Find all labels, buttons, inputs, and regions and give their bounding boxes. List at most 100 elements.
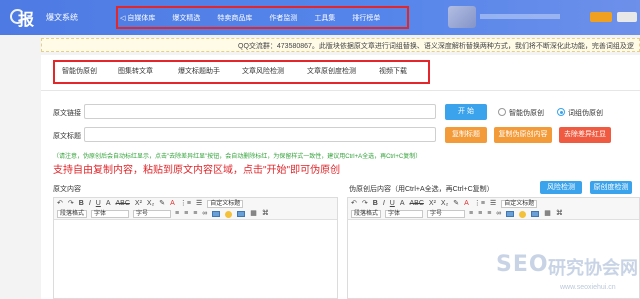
tab-title-assistant[interactable]: 爆文标题助手	[178, 66, 220, 76]
font-border-icon[interactable]: A	[106, 199, 111, 209]
font-color-icon[interactable]: A	[464, 199, 469, 209]
editor-toolbar: ↶ ↷ B I U A ABC X² X₂ ✎ A ⋮≡ ☰ 自定义标题 段落格…	[54, 198, 337, 220]
align-right-icon[interactable]: ≡	[487, 209, 491, 219]
watermark-url: www.seoxiehui.cn	[560, 284, 616, 291]
unordered-list-icon[interactable]: ☰	[490, 199, 496, 209]
nav-item-toolset[interactable]: 工具集	[314, 13, 335, 23]
avatar[interactable]	[448, 6, 476, 28]
image-icon[interactable]	[212, 211, 221, 217]
subscript-icon[interactable]: X₂	[147, 199, 154, 209]
video-icon[interactable]	[531, 211, 540, 217]
tab-originality-check[interactable]: 文章原创度检测	[307, 66, 356, 76]
header-action-button[interactable]	[590, 12, 612, 22]
superscript-icon[interactable]: X²	[135, 199, 142, 209]
paragraph-format-select[interactable]: 段落格式	[351, 210, 381, 218]
watermark: SEO 研究协会网 www.seoxiehui.cn	[496, 252, 640, 299]
copy-title-button[interactable]: 复制标题	[445, 127, 487, 143]
code-icon[interactable]: ⌘	[556, 209, 563, 219]
header-secondary-button[interactable]	[617, 12, 637, 22]
left-gutter	[0, 35, 41, 299]
ordered-list-icon[interactable]: ⋮≡	[180, 199, 191, 209]
link-input[interactable]	[84, 104, 436, 119]
ordered-list-icon[interactable]: ⋮≡	[474, 199, 485, 209]
underline-icon[interactable]: U	[96, 199, 101, 209]
italic-icon[interactable]: I	[89, 199, 91, 209]
nav-item-sale-products[interactable]: 特卖商品库	[217, 13, 252, 23]
bold-icon[interactable]: B	[373, 199, 378, 209]
video-icon[interactable]	[237, 211, 246, 217]
custom-title-select[interactable]: 自定义标题	[207, 200, 244, 208]
undo-icon[interactable]: ↶	[351, 199, 357, 209]
table-icon[interactable]: ▦	[544, 209, 551, 219]
radio-phrase-rewrite-label: 词组伪原创	[568, 110, 603, 117]
format-brush-icon[interactable]: ✎	[159, 199, 165, 209]
link-icon[interactable]: ∞	[202, 209, 207, 219]
nav-item-media-library[interactable]: ◁ 自媒体库	[120, 13, 155, 23]
radio-phrase-rewrite[interactable]	[557, 108, 565, 116]
font-color-icon[interactable]: A	[170, 199, 175, 209]
start-button[interactable]: 开 始	[445, 104, 487, 120]
link-icon[interactable]: ∞	[496, 209, 501, 219]
radio-smart-rewrite[interactable]	[498, 108, 506, 116]
logo-text: 爆文系统	[46, 12, 78, 22]
watermark-cn: 研究协会网	[548, 258, 638, 278]
risk-check-button[interactable]: 风险检测	[540, 181, 582, 194]
copy-content-button[interactable]: 复制伪原创内容	[494, 127, 552, 143]
italic-icon[interactable]: I	[383, 199, 385, 209]
redo-icon[interactable]: ↷	[68, 199, 74, 209]
editor-toolbar: ↶ ↷ B I U A ABC X² X₂ ✎ A ⋮≡ ☰ 自定义标题 段落格…	[348, 198, 639, 220]
original-editor[interactable]: ↶ ↷ B I U A ABC X² X₂ ✎ A ⋮≡ ☰ 自定义标题 段落格…	[53, 197, 338, 299]
font-family-select[interactable]: 字体	[91, 210, 129, 218]
link-label: 原文链接	[53, 110, 81, 117]
watermark-seo: SEO	[496, 252, 549, 277]
table-icon[interactable]: ▦	[250, 209, 257, 219]
unordered-list-icon[interactable]: ☰	[196, 199, 202, 209]
originality-check-button[interactable]: 原创度检测	[590, 181, 632, 194]
emoji-icon[interactable]	[225, 210, 233, 218]
align-left-icon[interactable]: ≡	[469, 209, 473, 219]
big-hint-text: 支持自由复制内容，粘贴到原文内容区域，点击"开始"即可伪原创	[53, 165, 341, 176]
radio-smart-rewrite-label: 智能伪原创	[509, 110, 544, 117]
tab-risk-check[interactable]: 文章风险检测	[242, 66, 284, 76]
font-border-icon[interactable]: A	[400, 199, 405, 209]
tab-gallery-to-article[interactable]: 图集转文章	[118, 66, 153, 76]
original-content-label: 原文内容	[53, 186, 81, 193]
font-size-select[interactable]: 字号	[133, 210, 171, 218]
font-family-select[interactable]: 字体	[385, 210, 423, 218]
superscript-icon[interactable]: X²	[429, 199, 436, 209]
nav-item-rankings[interactable]: 排行榜单	[352, 13, 380, 23]
strikethrough-icon[interactable]: ABC	[410, 199, 424, 209]
code-icon[interactable]: ⌘	[262, 209, 269, 219]
undo-icon[interactable]: ↶	[57, 199, 63, 209]
underline-icon[interactable]: U	[390, 199, 395, 209]
title-input[interactable]	[84, 127, 436, 142]
font-size-select[interactable]: 字号	[427, 210, 465, 218]
tab-smart-rewrite[interactable]: 智能伪原创	[62, 66, 97, 76]
align-center-icon[interactable]: ≡	[184, 209, 188, 219]
user-info-blurred	[480, 14, 560, 19]
main-nav: ◁ 自媒体库 爆文精选 特卖商品库 作者监测 工具集 排行榜单	[118, 8, 397, 27]
tab-video-download[interactable]: 视频下载	[379, 66, 407, 76]
redo-icon[interactable]: ↷	[362, 199, 368, 209]
nav-item-author-monitor[interactable]: 作者监测	[269, 13, 297, 23]
arrow-left-icon: ◁	[120, 14, 126, 22]
nav-item-hot-picks[interactable]: 爆文精选	[172, 13, 200, 23]
paragraph-format-select[interactable]: 段落格式	[57, 210, 87, 218]
align-left-icon[interactable]: ≡	[175, 209, 179, 219]
emoji-icon[interactable]	[519, 210, 527, 218]
align-right-icon[interactable]: ≡	[193, 209, 197, 219]
image-icon[interactable]	[506, 211, 515, 217]
align-center-icon[interactable]: ≡	[478, 209, 482, 219]
hint-text: （请注意，伪原创后会自动标红显示，点击"去除差异红显"按钮，会自动删除标红，为保…	[53, 154, 422, 160]
logo[interactable]: 报 爆文系统	[10, 6, 78, 29]
rewritten-content-label: 伪原创后内容（用Ctrl+A全选，再Ctrl+C复制）	[349, 186, 494, 193]
subscript-icon[interactable]: X₂	[441, 199, 448, 209]
title-label: 原文标题	[53, 133, 81, 140]
strikethrough-icon[interactable]: ABC	[116, 199, 130, 209]
divider	[41, 90, 640, 91]
remove-red-button[interactable]: 去除差异红显	[559, 127, 611, 143]
notice-text: QQ交流群：473580867。此版块依据原文章进行词组替换、语义深度解析替换两…	[238, 43, 634, 50]
bold-icon[interactable]: B	[79, 199, 84, 209]
custom-title-select[interactable]: 自定义标题	[501, 200, 538, 208]
format-brush-icon[interactable]: ✎	[453, 199, 459, 209]
